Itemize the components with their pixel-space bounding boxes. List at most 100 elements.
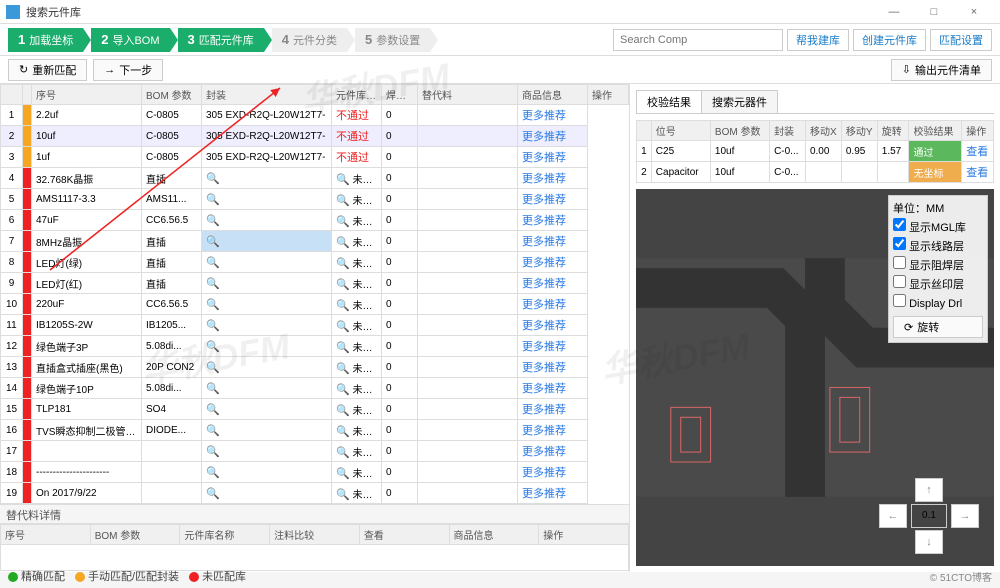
more-link[interactable]: 更多推荐 bbox=[522, 131, 566, 143]
rotate-button[interactable]: ⟳ 旋转 bbox=[893, 316, 983, 338]
more-link[interactable]: 更多推荐 bbox=[522, 425, 566, 437]
more-link[interactable]: 更多推荐 bbox=[522, 383, 566, 395]
nav-pad: ↑ ← 0.1 → ↓ bbox=[874, 476, 984, 556]
close-button[interactable]: × bbox=[954, 6, 994, 18]
pcb-viewport[interactable]: 单位：MM 显示MGL库 显示线路层 显示阻焊层 显示丝印层 Display D… bbox=[636, 189, 994, 566]
create-lib-button[interactable]: 创建元件库 bbox=[853, 29, 926, 51]
more-link[interactable]: 更多推荐 bbox=[522, 194, 566, 206]
nav-down[interactable]: ↓ bbox=[915, 530, 943, 554]
search-icon[interactable]: 🔍 bbox=[206, 341, 220, 353]
search-icon[interactable]: 🔍 bbox=[206, 236, 220, 248]
sub-table: 序号BOM 参数元件库名称注料比较查看商品信息操作 bbox=[0, 524, 629, 571]
table-row[interactable]: 432.768K晶振直插🔍🔍 未匹配库0更多推荐 bbox=[1, 168, 629, 189]
search-icon[interactable]: 🔍 bbox=[206, 404, 220, 416]
search-icon[interactable]: 🔍 bbox=[206, 446, 220, 458]
more-link[interactable]: 更多推荐 bbox=[522, 320, 566, 332]
unit-label: 单位：MM bbox=[893, 200, 983, 216]
tab-search-component[interactable]: 搜索元器件 bbox=[701, 90, 778, 113]
table-row[interactable]: 19On 2017/9/22🔍🔍 未匹配库0更多推荐 bbox=[1, 483, 629, 504]
nav-up[interactable]: ↑ bbox=[915, 478, 943, 502]
more-link[interactable]: 更多推荐 bbox=[522, 152, 566, 164]
cb-silk[interactable]: 显示丝印层 bbox=[893, 275, 983, 292]
more-link[interactable]: 更多推荐 bbox=[522, 299, 566, 311]
search-icon[interactable]: 🔍 bbox=[206, 278, 220, 290]
search-icon[interactable]: 🔍 bbox=[206, 320, 220, 332]
refresh-icon: ↻ bbox=[19, 63, 28, 76]
next-button[interactable]: →下一步 bbox=[93, 59, 163, 81]
help-build-button[interactable]: 帮我建库 bbox=[787, 29, 849, 51]
search-icon[interactable]: 🔍 bbox=[206, 362, 220, 374]
more-link[interactable]: 更多推荐 bbox=[522, 467, 566, 479]
more-link[interactable]: 更多推荐 bbox=[522, 215, 566, 227]
step-5[interactable]: 5参数设置 bbox=[355, 28, 430, 52]
search-icon[interactable]: 🔍 bbox=[206, 425, 220, 437]
table-row[interactable]: 9LED灯(红)直插🔍🔍 未匹配库0更多推荐 bbox=[1, 273, 629, 294]
attribution: © 51CTO博客 bbox=[930, 569, 992, 584]
cb-mgl[interactable]: 显示MGL库 bbox=[893, 218, 983, 235]
more-link[interactable]: 更多推荐 bbox=[522, 362, 566, 374]
right-tabs: 校验结果 搜索元器件 bbox=[636, 90, 994, 114]
table-row[interactable]: 647uFCC6.56.5🔍🔍 未匹配库0更多推荐 bbox=[1, 210, 629, 231]
export-list-button[interactable]: ⇩输出元件清单 bbox=[891, 59, 992, 81]
step-3[interactable]: 3匹配元件库 bbox=[178, 28, 264, 52]
cb-trace[interactable]: 显示线路层 bbox=[893, 237, 983, 254]
step-4[interactable]: 4元件分类 bbox=[272, 28, 347, 52]
table-row[interactable]: 15TLP181SO4🔍🔍 未匹配库0更多推荐 bbox=[1, 399, 629, 420]
more-link[interactable]: 更多推荐 bbox=[522, 236, 566, 248]
nav-left[interactable]: ← bbox=[879, 504, 907, 528]
table-row[interactable]: 5AMS1117-3.3AMS11...🔍🔍 未匹配库0更多推荐 bbox=[1, 189, 629, 210]
search-icon[interactable]: 🔍 bbox=[206, 488, 220, 500]
search-icon[interactable]: 🔍 bbox=[206, 173, 220, 185]
table-row[interactable]: 14绿色端子10P5.08di...🔍🔍 未匹配库0更多推荐 bbox=[1, 378, 629, 399]
search-icon[interactable]: 🔍 bbox=[206, 257, 220, 269]
more-link[interactable]: 更多推荐 bbox=[522, 488, 566, 500]
table-row[interactable]: 10220uFCC6.56.5🔍🔍 未匹配库0更多推荐 bbox=[1, 294, 629, 315]
more-link[interactable]: 更多推荐 bbox=[522, 110, 566, 122]
rematch-button[interactable]: ↻重新匹配 bbox=[8, 59, 87, 81]
cb-drl[interactable]: Display Drl bbox=[893, 294, 983, 310]
view-link[interactable]: 查看 bbox=[966, 167, 988, 179]
match-settings-button[interactable]: 匹配设置 bbox=[930, 29, 992, 51]
titlebar: 搜索元件库 — □ × bbox=[0, 0, 1000, 24]
search-icon[interactable]: 🔍 bbox=[206, 194, 220, 206]
table-row[interactable]: 8LED灯(绿)直插🔍🔍 未匹配库0更多推荐 bbox=[1, 252, 629, 273]
more-link[interactable]: 更多推荐 bbox=[522, 404, 566, 416]
tab-verify-result[interactable]: 校验结果 bbox=[636, 90, 702, 113]
zoom-value[interactable]: 0.1 bbox=[911, 504, 947, 528]
table-row[interactable]: 78MHz晶振直插🔍🔍 未匹配库0更多推荐 bbox=[1, 231, 629, 252]
maximize-button[interactable]: □ bbox=[914, 6, 954, 18]
search-icon[interactable]: 🔍 bbox=[206, 467, 220, 479]
action-toolbar: ↻重新匹配 →下一步 ⇩输出元件清单 bbox=[0, 56, 1000, 84]
step-2[interactable]: 2导入BOM bbox=[91, 28, 169, 52]
verify-row[interactable]: 2Capacitor10ufC-0...无坐标查看 bbox=[637, 162, 994, 183]
table-row[interactable]: 16TVS瞬态抑制二极管直插DIODE...🔍🔍 未匹配库0更多推荐 bbox=[1, 420, 629, 441]
view-link[interactable]: 查看 bbox=[966, 146, 988, 158]
table-row[interactable]: 17🔍🔍 未匹配库0更多推荐 bbox=[1, 441, 629, 462]
search-icon[interactable]: 🔍 bbox=[206, 215, 220, 227]
table-row[interactable]: 11IB1205S-2WIB1205...🔍🔍 未匹配库0更多推荐 bbox=[1, 315, 629, 336]
cb-solder[interactable]: 显示阻焊层 bbox=[893, 256, 983, 273]
step-1[interactable]: 1加载坐标 bbox=[8, 28, 83, 52]
table-row[interactable]: 18----------------------🔍🔍 未匹配库0更多推荐 bbox=[1, 462, 629, 483]
search-icon[interactable]: 🔍 bbox=[206, 383, 220, 395]
table-row[interactable]: 210ufC-0805305 EXD-R2Q-L20W12T7-不通过0更多推荐 bbox=[1, 126, 629, 147]
minimize-button[interactable]: — bbox=[874, 6, 914, 18]
search-icon[interactable]: 🔍 bbox=[206, 299, 220, 311]
nav-right[interactable]: → bbox=[951, 504, 979, 528]
more-link[interactable]: 更多推荐 bbox=[522, 173, 566, 185]
window-title: 搜索元件库 bbox=[26, 4, 874, 20]
more-link[interactable]: 更多推荐 bbox=[522, 446, 566, 458]
sub-title: 替代料详情 bbox=[0, 504, 629, 524]
legend: 精确匹配 手动匹配/匹配封装 未匹配库 bbox=[8, 568, 246, 584]
search-input[interactable] bbox=[613, 29, 783, 51]
more-link[interactable]: 更多推荐 bbox=[522, 278, 566, 290]
more-link[interactable]: 更多推荐 bbox=[522, 257, 566, 269]
verify-row[interactable]: 1C2510ufC-0...0.000.951.57通过查看 bbox=[637, 141, 994, 162]
table-row[interactable]: 12绿色端子3P5.08di...🔍🔍 未匹配库0更多推荐 bbox=[1, 336, 629, 357]
table-row[interactable]: 31ufC-0805305 EXD-R2Q-L20W12T7-不通过0更多推荐 bbox=[1, 147, 629, 168]
table-row[interactable]: 13直插盒式插座(黑色)20P CON2🔍🔍 未匹配库0更多推荐 bbox=[1, 357, 629, 378]
main-table: 序号BOM 参数封装元件库名称焊盘校验替代料商品信息操作 12.2ufC-080… bbox=[0, 84, 629, 504]
pcb-tools-panel: 单位：MM 显示MGL库 显示线路层 显示阻焊层 显示丝印层 Display D… bbox=[888, 195, 988, 343]
table-row[interactable]: 12.2ufC-0805305 EXD-R2Q-L20W12T7-不通过0更多推… bbox=[1, 105, 629, 126]
more-link[interactable]: 更多推荐 bbox=[522, 341, 566, 353]
